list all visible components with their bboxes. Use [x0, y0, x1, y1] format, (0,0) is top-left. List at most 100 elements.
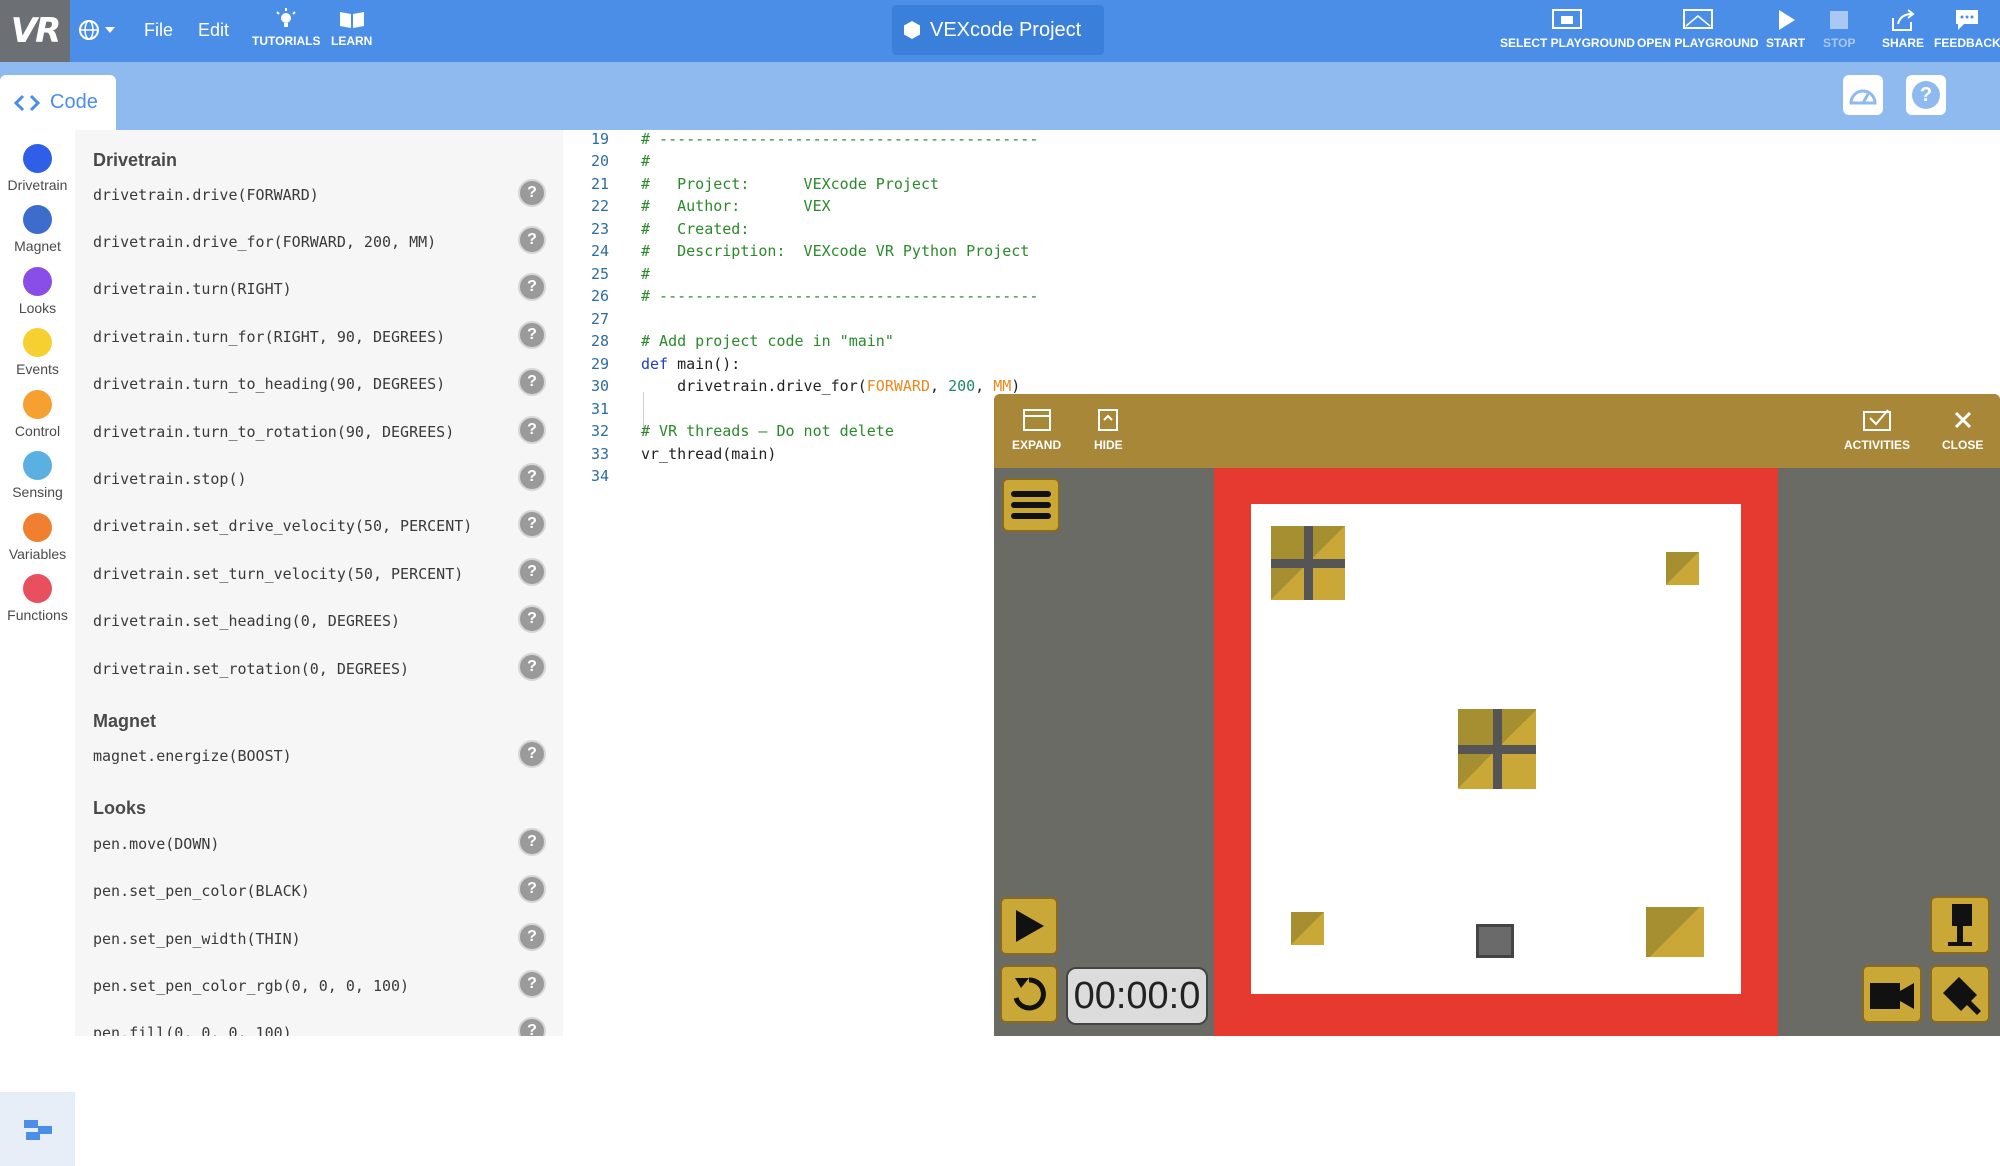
edit-menu[interactable]: Edit: [198, 20, 229, 41]
command-item[interactable]: drivetrain.drive_for(FORWARD, 200, MM): [93, 233, 436, 251]
command-item[interactable]: drivetrain.stop(): [93, 470, 247, 488]
command-item[interactable]: drivetrain.drive(FORWARD): [93, 186, 319, 204]
disk-tile: [1666, 552, 1699, 585]
category-functions[interactable]: Functions: [0, 574, 75, 623]
command-help-icon[interactable]: ?: [518, 970, 546, 998]
command-help-icon[interactable]: ?: [518, 653, 546, 681]
category-label: Functions: [7, 607, 68, 623]
paren-token: ): [1011, 377, 1020, 395]
category-label: Drivetrain: [8, 177, 68, 193]
command-help-icon[interactable]: ?: [518, 463, 546, 491]
constant-token: MM: [993, 377, 1011, 395]
help-button[interactable]: ?: [1906, 75, 1946, 115]
category-variables[interactable]: Variables: [0, 513, 75, 562]
code-line: # --------------------------------------…: [641, 287, 1038, 305]
command-item[interactable]: drivetrain.turn(RIGHT): [93, 280, 292, 298]
line-number: 34: [563, 467, 609, 485]
hamburger-menu-icon: [1009, 488, 1053, 522]
playground-reset-button[interactable]: [1000, 965, 1058, 1023]
playground-header: EXPAND HIDE ACTIVITIES CLOSE: [994, 394, 2000, 468]
number-token: 200: [948, 377, 975, 395]
expand-button[interactable]: EXPAND: [1012, 408, 1061, 452]
line-number: 32: [563, 422, 609, 440]
feedback-button[interactable]: FEEDBACK: [1934, 8, 2000, 50]
command-help-icon[interactable]: ?: [518, 558, 546, 586]
open-playground-button[interactable]: OPEN PLAYGROUND: [1637, 8, 1759, 50]
camera-tripod-icon: [1940, 902, 1980, 948]
category-dot-magnet: [23, 205, 52, 234]
line-number: 19: [563, 130, 609, 148]
command-palette: Drivetrain drivetrain.drive(FORWARD) ? d…: [75, 130, 563, 1036]
command-help-icon[interactable]: ?: [518, 368, 546, 396]
category-dot-sensing: [23, 451, 52, 480]
line-number: 27: [563, 310, 609, 328]
activities-checkbox-icon: [1862, 408, 1892, 432]
share-button[interactable]: SHARE: [1882, 8, 1924, 50]
hide-label: HIDE: [1094, 438, 1123, 452]
project-name-button[interactable]: VEXcode Project: [892, 5, 1104, 55]
indent-token: [641, 377, 677, 395]
code-line: # --------------------------------------…: [641, 130, 1038, 148]
start-button[interactable]: START: [1766, 8, 1805, 50]
command-item[interactable]: pen.fill(0, 0, 0, 100): [93, 1024, 292, 1036]
stop-button[interactable]: STOP: [1823, 8, 1855, 50]
camera-top-view-button[interactable]: [1930, 896, 1990, 954]
command-help-icon[interactable]: ?: [518, 740, 546, 768]
camera-follow-button[interactable]: [1862, 965, 1922, 1023]
command-help-icon[interactable]: ?: [518, 226, 546, 254]
category-dot-drivetrain: [23, 144, 52, 173]
keyword-token: def: [641, 355, 668, 373]
command-help-icon[interactable]: ?: [518, 510, 546, 538]
command-item[interactable]: pen.set_pen_color(BLACK): [93, 882, 310, 900]
command-help-icon[interactable]: ?: [518, 828, 546, 856]
camera-angled-button[interactable]: [1930, 965, 1990, 1023]
select-playground-button[interactable]: SELECT PLAYGROUND: [1500, 8, 1635, 50]
category-magnet[interactable]: Magnet: [0, 205, 75, 254]
command-help-icon[interactable]: ?: [518, 605, 546, 633]
file-menu[interactable]: File: [144, 20, 173, 41]
category-control[interactable]: Control: [0, 390, 75, 439]
learn-button[interactable]: LEARN: [331, 8, 372, 48]
language-menu[interactable]: [78, 15, 122, 45]
activities-button[interactable]: ACTIVITIES: [1844, 408, 1910, 452]
category-sensing[interactable]: Sensing: [0, 451, 75, 500]
command-item[interactable]: pen.set_pen_width(THIN): [93, 930, 301, 948]
command-item[interactable]: drivetrain.set_turn_velocity(50, PERCENT…: [93, 565, 463, 583]
command-item[interactable]: drivetrain.turn_for(RIGHT, 90, DEGREES): [93, 328, 445, 346]
command-help-icon[interactable]: ?: [518, 875, 546, 903]
command-item[interactable]: drivetrain.turn_to_heading(90, DEGREES): [93, 375, 445, 393]
command-help-icon[interactable]: ?: [518, 321, 546, 349]
book-icon: [338, 8, 366, 30]
category-label: Sensing: [12, 484, 63, 500]
command-help-icon[interactable]: ?: [518, 179, 546, 207]
command-item[interactable]: magnet.energize(BOOST): [93, 747, 292, 765]
extensions-button[interactable]: [0, 1092, 75, 1166]
command-item[interactable]: pen.set_pen_color_rgb(0, 0, 0, 100): [93, 977, 409, 995]
command-item[interactable]: drivetrain.set_rotation(0, DEGREES): [93, 660, 409, 678]
category-events[interactable]: Events: [0, 328, 75, 377]
command-help-icon[interactable]: ?: [518, 1017, 546, 1036]
close-button[interactable]: CLOSE: [1942, 408, 1983, 452]
expand-window-icon: [1022, 408, 1052, 432]
category-looks[interactable]: Looks: [0, 267, 75, 316]
section-title-magnet: Magnet: [93, 711, 156, 732]
command-item[interactable]: pen.move(DOWN): [93, 835, 219, 853]
command-help-icon[interactable]: ?: [518, 273, 546, 301]
playground-menu-button[interactable]: [1002, 478, 1060, 532]
tab-code[interactable]: Code: [0, 75, 116, 130]
line-number: 22: [563, 197, 609, 215]
playground-play-button[interactable]: [1000, 897, 1058, 955]
command-item[interactable]: drivetrain.turn_to_rotation(90, DEGREES): [93, 423, 454, 441]
vr-logo[interactable]: VR: [0, 0, 70, 62]
command-help-icon[interactable]: ?: [518, 416, 546, 444]
tile-cross-horizontal: [1458, 745, 1536, 754]
command-help-icon[interactable]: ?: [518, 923, 546, 951]
command-item[interactable]: drivetrain.set_drive_velocity(50, PERCEN…: [93, 517, 472, 535]
category-drivetrain[interactable]: Drivetrain: [0, 144, 75, 193]
dashboard-button[interactable]: [1843, 75, 1883, 115]
project-hexagon-icon: [904, 21, 920, 39]
hide-button[interactable]: HIDE: [1094, 408, 1123, 452]
code-line: # Created:: [641, 220, 749, 238]
tutorials-button[interactable]: TUTORIALS: [252, 8, 320, 48]
command-item[interactable]: drivetrain.set_heading(0, DEGREES): [93, 612, 400, 630]
